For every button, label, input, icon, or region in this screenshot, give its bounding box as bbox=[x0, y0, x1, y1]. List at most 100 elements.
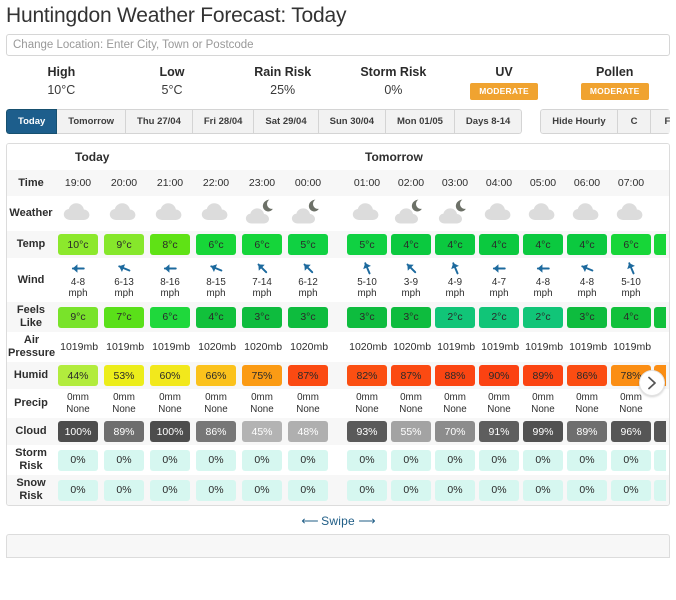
snow-risk-chip: 0% bbox=[567, 479, 607, 501]
snow-risk-chip: 0% bbox=[523, 479, 563, 501]
wind-speed-value: 7-14 mph bbox=[252, 277, 272, 300]
precip-value: 0mm None bbox=[575, 392, 599, 415]
forecast-cell-clipped bbox=[653, 475, 667, 505]
tab-group-spacer bbox=[522, 109, 540, 134]
cloud-chip: 91% bbox=[479, 421, 519, 443]
wind-speed-value: 8-16 mph bbox=[160, 277, 180, 300]
cloud-row-label: Cloud bbox=[15, 425, 47, 438]
forecast-cell: 0% bbox=[389, 445, 433, 475]
location-search-input[interactable] bbox=[6, 34, 670, 57]
day-group-gap bbox=[331, 389, 345, 418]
forecast-cell: 0mm None bbox=[433, 389, 477, 418]
cell-time: 06:00 bbox=[573, 177, 601, 190]
precip-value: 0mm None bbox=[204, 392, 228, 415]
temp-chip: 9°c bbox=[104, 234, 144, 256]
day-group-today: 10°c 9°c 8°c 6°c 6°c 5°c bbox=[55, 231, 331, 258]
tab-tomorrow[interactable]: Tomorrow bbox=[57, 109, 127, 135]
cloud-row: Cloud 100% 89% 100% 86% 45% 48% 93% 55% 70% 91% 99%… bbox=[7, 418, 669, 446]
forecast-cell: 01:00 bbox=[345, 170, 389, 196]
forecast-cell: 0mm None bbox=[389, 389, 433, 418]
precip-value: 0mm None bbox=[66, 392, 90, 415]
snow-risk-chip: 0% bbox=[150, 479, 190, 501]
forecast-cell: 1020mb bbox=[240, 332, 286, 362]
forecast-cell-clipped bbox=[653, 418, 667, 445]
summary-high: High 10°C bbox=[6, 64, 117, 100]
forecast-cell: 2°c bbox=[433, 302, 477, 332]
forecast-cell: 82% bbox=[345, 362, 389, 389]
forecast-cell: 0% bbox=[345, 475, 389, 505]
cell-time: 01:00 bbox=[353, 177, 381, 190]
temp-chip: 4°c bbox=[435, 234, 475, 256]
forecast-cell: 4-7 mph bbox=[477, 258, 521, 302]
day-group-gap bbox=[331, 475, 345, 505]
forecast-cell: 0% bbox=[285, 475, 331, 505]
day-group-gap bbox=[331, 418, 345, 445]
tab-sun-3004[interactable]: Sun 30/04 bbox=[318, 109, 386, 135]
chevron-right-icon[interactable] bbox=[639, 370, 665, 397]
day-group-today: 44% 53% 60% 66% 75% 87% bbox=[55, 362, 331, 389]
forecast-cell: 05:00 bbox=[521, 170, 565, 196]
snow-risk-row: Snow Risk 0% 0% 0% 0% 0% 0% 0% 0% 0% 0% 0% 0% 0% bbox=[7, 475, 669, 506]
forecast-cell: 1019mb bbox=[102, 332, 148, 362]
feels-like-chip: 4°c bbox=[611, 306, 651, 328]
forecast-cell: 6-12 mph bbox=[285, 258, 331, 302]
forecast-cell: 0% bbox=[239, 445, 285, 475]
forecast-cell: 53% bbox=[101, 362, 147, 389]
temp-chip: 4°c bbox=[391, 234, 431, 256]
forecast-cell bbox=[101, 196, 147, 231]
day-group-gap bbox=[331, 144, 345, 170]
forecast-cell: 19:00 bbox=[55, 170, 101, 196]
day-group-tomorrow: 5-10 mph 3-9 mph 4-9 mph 4-7 mph 4-8 mph 4-8 mph 5-1… bbox=[345, 258, 667, 302]
day-group-tomorrow: 93% 55% 70% 91% 99% 89% 96% bbox=[345, 418, 667, 445]
summary-pollen: Pollen MODERATE bbox=[559, 64, 670, 101]
tab-thu-2704[interactable]: Thu 27/04 bbox=[126, 109, 193, 135]
cell-time: 04:00 bbox=[485, 177, 513, 190]
forecast-cell bbox=[609, 196, 653, 231]
forecast-cell: 0% bbox=[521, 445, 565, 475]
forecast-cell: 1020mb bbox=[346, 332, 390, 362]
wind-direction-arrow-icon bbox=[209, 261, 224, 276]
forecast-cell: 4°c bbox=[389, 231, 433, 258]
storm-risk-chip: 0% bbox=[288, 449, 328, 471]
tab-mon-0105[interactable]: Mon 01/05 bbox=[385, 109, 455, 135]
forecast-cell: 86% bbox=[193, 418, 239, 445]
cloudy-icon bbox=[352, 202, 382, 225]
forecast-cell: 1019mb bbox=[56, 332, 102, 362]
storm-risk-chip: 0% bbox=[347, 449, 387, 471]
day-group-today: Today bbox=[55, 144, 331, 170]
feels-like-chip: 2°c bbox=[435, 306, 475, 328]
forecast-cell: 4°c bbox=[193, 302, 239, 332]
unit-celsius[interactable]: C bbox=[617, 109, 652, 135]
tab-today[interactable]: Today bbox=[6, 109, 58, 135]
forecast-cell: 0mm None bbox=[565, 389, 609, 418]
forecast-cell: 0% bbox=[101, 475, 147, 505]
cloud-chip: 100% bbox=[58, 421, 98, 443]
humid-row: Humid 44% 53% 60% 66% 75% 87% 82% 87% 88% 90% 89% 86… bbox=[7, 362, 669, 390]
summary-low: Low 5°C bbox=[117, 64, 228, 100]
day-group-today: 0% 0% 0% 0% 0% 0% bbox=[55, 475, 331, 505]
feels-like-chip: 3°c bbox=[567, 306, 607, 328]
snow-risk-chip: 0% bbox=[104, 479, 144, 501]
tab-fri-2804[interactable]: Fri 28/04 bbox=[192, 109, 255, 135]
summary-rain-risk-label: Rain Risk bbox=[254, 65, 312, 80]
storm-risk-row-label: Storm Risk bbox=[15, 447, 47, 473]
day-group-tomorrow: 82% 87% 88% 90% 89% 86% 78% bbox=[345, 362, 667, 389]
cloudy-night-icon bbox=[291, 199, 325, 228]
tab-sat-2904[interactable]: Sat 29/04 bbox=[254, 109, 319, 135]
forecast-cell: 0% bbox=[609, 445, 653, 475]
cloud-chip: 89% bbox=[567, 421, 607, 443]
forecast-cell: 100% bbox=[55, 418, 101, 445]
cloud-chip: 89% bbox=[104, 421, 144, 443]
tab-days-8-14[interactable]: Days 8-14 bbox=[454, 109, 523, 135]
storm-risk-chip: 0% bbox=[611, 449, 651, 471]
toggle-hide-hourly[interactable]: Hide Hourly bbox=[540, 109, 618, 135]
forecast-cell bbox=[345, 196, 389, 231]
feels-like-row-label: Feels Like bbox=[16, 304, 46, 330]
hourly-forecast-table[interactable]: Today Tomorrow Time 19:00 20:00 21:00 22:00 2… bbox=[6, 143, 670, 507]
temp-chip: 5°c bbox=[347, 234, 387, 256]
storm-risk-chip: 0% bbox=[567, 449, 607, 471]
temp-chip: 8°c bbox=[150, 234, 190, 256]
storm-risk-chip: 0% bbox=[104, 449, 144, 471]
forecast-cell: 8°c bbox=[147, 231, 193, 258]
unit-fahrenheit[interactable]: F bbox=[651, 109, 670, 135]
